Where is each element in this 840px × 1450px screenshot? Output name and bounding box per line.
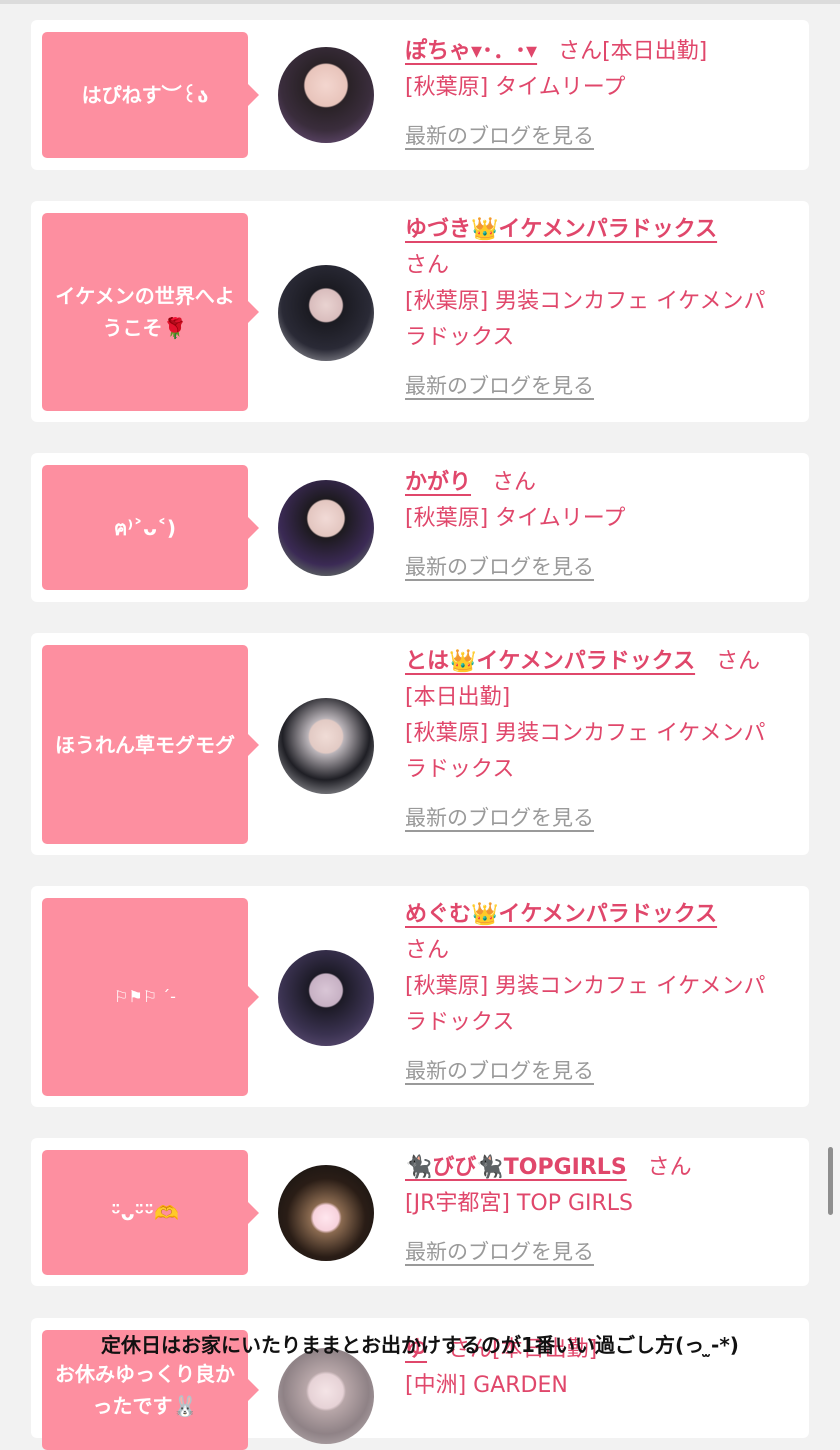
message-bubble: イケメンの世界へようこそ🌹 bbox=[42, 213, 259, 411]
san-suffix: さん bbox=[492, 470, 537, 495]
san-suffix: さん bbox=[716, 649, 761, 674]
avatar[interactable] bbox=[278, 47, 374, 143]
name-link[interactable]: ゆづき👑イケメンパラドックス bbox=[405, 217, 717, 242]
latest-blog-link[interactable]: 最新のブログを見る bbox=[405, 368, 594, 404]
card-info: とは👑イケメンパラドックス さん [本日出勤] [秋葉原] 男装コンカフェ イケメ… bbox=[405, 644, 785, 837]
shop-info: [秋葉原] 男装コンカフェ イケメンパラドックス bbox=[405, 974, 766, 1035]
blog-card: ⚐⚑⚐ ´- めぐむ👑イケメンパラドックス さん [秋葉原] 男装コンカフェ イケ… bbox=[31, 886, 809, 1107]
shop-info: [秋葉原] 男装コンカフェ イケメンパラドックス bbox=[405, 289, 766, 350]
avatar[interactable] bbox=[278, 950, 374, 1046]
shop-info: [秋葉原] 男装コンカフェ イケメンパラドックス bbox=[405, 721, 766, 782]
avatar[interactable] bbox=[278, 1348, 374, 1444]
latest-blog-link[interactable]: 最新のブログを見る bbox=[405, 118, 594, 154]
name-link[interactable]: ぽちゃ▾･．･▾ bbox=[405, 39, 537, 64]
san-suffix: さん bbox=[405, 938, 450, 963]
card-info: かがり さん [秋葉原] タイムリープ 最新のブログを見る bbox=[405, 465, 785, 586]
blog-card: ฅ⁾˃ᴗ˂) かがり さん [秋葉原] タイムリープ 最新のブログを見る bbox=[31, 453, 809, 602]
shop-info: [秋葉原] タイムリープ bbox=[405, 506, 626, 531]
shop-info: [JR宇都宮] TOP GIRLS bbox=[405, 1191, 633, 1216]
blog-card: ほうれん草モグモグ とは👑イケメンパラドックス さん [本日出勤] [秋葉原] 男… bbox=[31, 633, 809, 855]
shop-info: [中洲] GARDEN bbox=[405, 1373, 568, 1398]
blog-card: イケメンの世界へようこそ🌹 ゆづき👑イケメンパラドックス さん [秋葉原] 男装コ… bbox=[31, 201, 809, 422]
card-info: めぐむ👑イケメンパラドックス さん [秋葉原] 男装コンカフェ イケメンパラドック… bbox=[405, 897, 785, 1090]
avatar[interactable] bbox=[278, 1165, 374, 1261]
san-suffix: さん bbox=[647, 1155, 692, 1180]
avatar[interactable] bbox=[278, 698, 374, 794]
latest-blog-link[interactable]: 最新のブログを見る bbox=[405, 1234, 594, 1270]
card-info: ゆづき👑イケメンパラドックス さん [秋葉原] 男装コンカフェ イケメンパラドック… bbox=[405, 212, 785, 405]
name-link[interactable]: 🐈‍⬛びび🐈‍⬛TOPGIRLS bbox=[405, 1155, 627, 1180]
card-info: ぽちゃ▾･．･▾ さん[本日出勤] [秋葉原] タイムリープ 最新のブログを見る bbox=[405, 34, 785, 155]
message-bubble: ฅ⁾˃ᴗ˂) bbox=[42, 465, 259, 590]
latest-blog-link[interactable]: 最新のブログを見る bbox=[405, 800, 594, 836]
message-bubble: はぴねす︶꒰ა bbox=[42, 32, 259, 158]
avatar[interactable] bbox=[278, 265, 374, 361]
message-bubble: ᵕ̈ᴗᵕ̈ᵕ̈🫶 bbox=[42, 1150, 259, 1275]
blog-card: はぴねす︶꒰ა ぽちゃ▾･．･▾ さん[本日出勤] [秋葉原] タイムリープ 最… bbox=[31, 20, 809, 170]
card-info: 🐈‍⬛びび🐈‍⬛TOPGIRLS さん [JR宇都宮] TOP GIRLS 最新… bbox=[405, 1150, 785, 1271]
san-suffix: さん bbox=[405, 253, 450, 278]
latest-blog-link[interactable]: 最新のブログを見る bbox=[405, 1053, 594, 1089]
scrollbar[interactable] bbox=[828, 1147, 833, 1215]
name-link[interactable]: かがり bbox=[405, 470, 471, 495]
blog-card: ᵕ̈ᴗᵕ̈ᵕ̈🫶 🐈‍⬛びび🐈‍⬛TOPGIRLS さん [JR宇都宮] TOP… bbox=[31, 1138, 809, 1286]
latest-blog-link[interactable]: 最新のブログを見る bbox=[405, 549, 594, 585]
message-bubble: ⚐⚑⚐ ´- bbox=[42, 898, 259, 1096]
top-divider bbox=[0, 0, 840, 4]
san-suffix: さん bbox=[558, 39, 603, 64]
name-link[interactable]: とは👑イケメンパラドックス bbox=[405, 649, 695, 674]
status-badge: [本日出勤] bbox=[602, 39, 708, 64]
avatar[interactable] bbox=[278, 480, 374, 576]
status-badge: [本日出勤] bbox=[405, 685, 511, 710]
name-link[interactable]: めぐむ👑イケメンパラドックス bbox=[405, 902, 717, 927]
shop-info: [秋葉原] タイムリープ bbox=[405, 75, 626, 100]
caption-overlay: 定休日はお家にいたりままとお出かけするのが1番いい過ごし方(っ ̫-*) bbox=[101, 1333, 739, 1357]
message-bubble: ほうれん草モグモグ bbox=[42, 645, 259, 844]
